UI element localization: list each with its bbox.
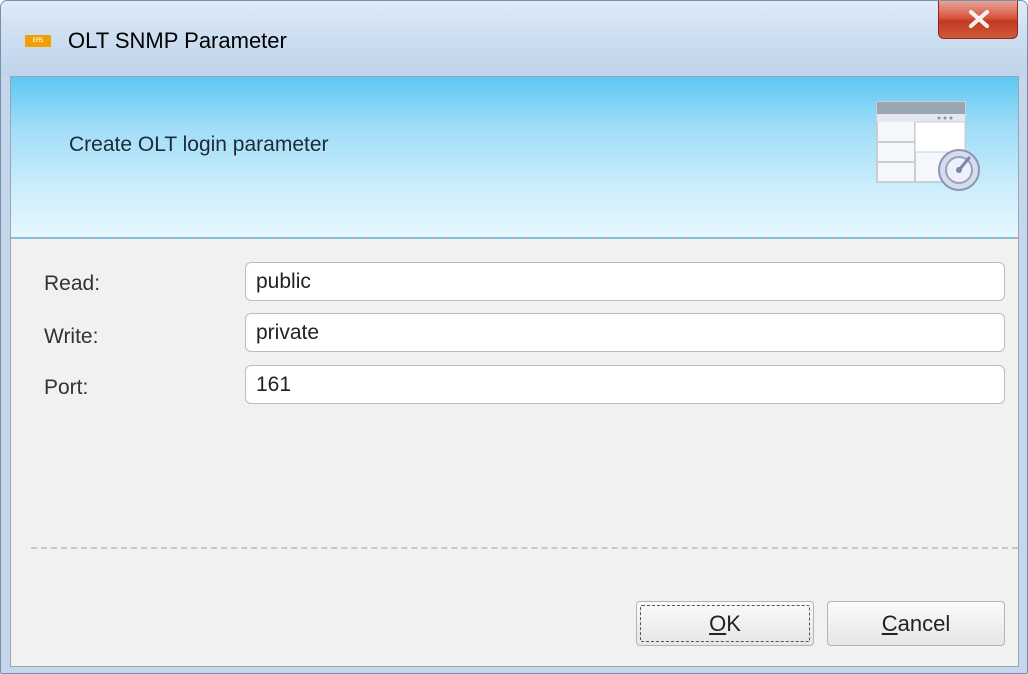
dialog-window: EMS OLT SNMP Parameter Create OLT login … (0, 0, 1028, 674)
cancel-button[interactable]: Cancel (827, 601, 1005, 646)
cancel-label-rest: ancel (897, 611, 951, 636)
window-title: OLT SNMP Parameter (68, 28, 287, 53)
write-label: Write: (44, 325, 99, 348)
footer-separator (31, 547, 1018, 549)
dialog-content: Create OLT login parameter Read: Write: (10, 76, 1019, 667)
config-dial-icon (876, 101, 980, 191)
app-icon: EMS (25, 35, 51, 47)
close-icon (969, 10, 989, 28)
banner-title: Create OLT login parameter (69, 133, 329, 156)
read-community-input[interactable] (245, 262, 1005, 301)
cancel-mnemonic: C (881, 611, 898, 636)
close-button[interactable] (938, 1, 1018, 39)
read-label: Read: (44, 272, 101, 295)
focus-ring (640, 605, 810, 642)
port-input[interactable] (245, 365, 1005, 404)
port-label: Port: (44, 376, 89, 399)
ok-button[interactable]: OK (636, 601, 814, 646)
title-bar[interactable]: EMS OLT SNMP Parameter (1, 1, 1027, 76)
write-community-input[interactable] (245, 313, 1005, 352)
header-banner: Create OLT login parameter (11, 77, 1018, 239)
